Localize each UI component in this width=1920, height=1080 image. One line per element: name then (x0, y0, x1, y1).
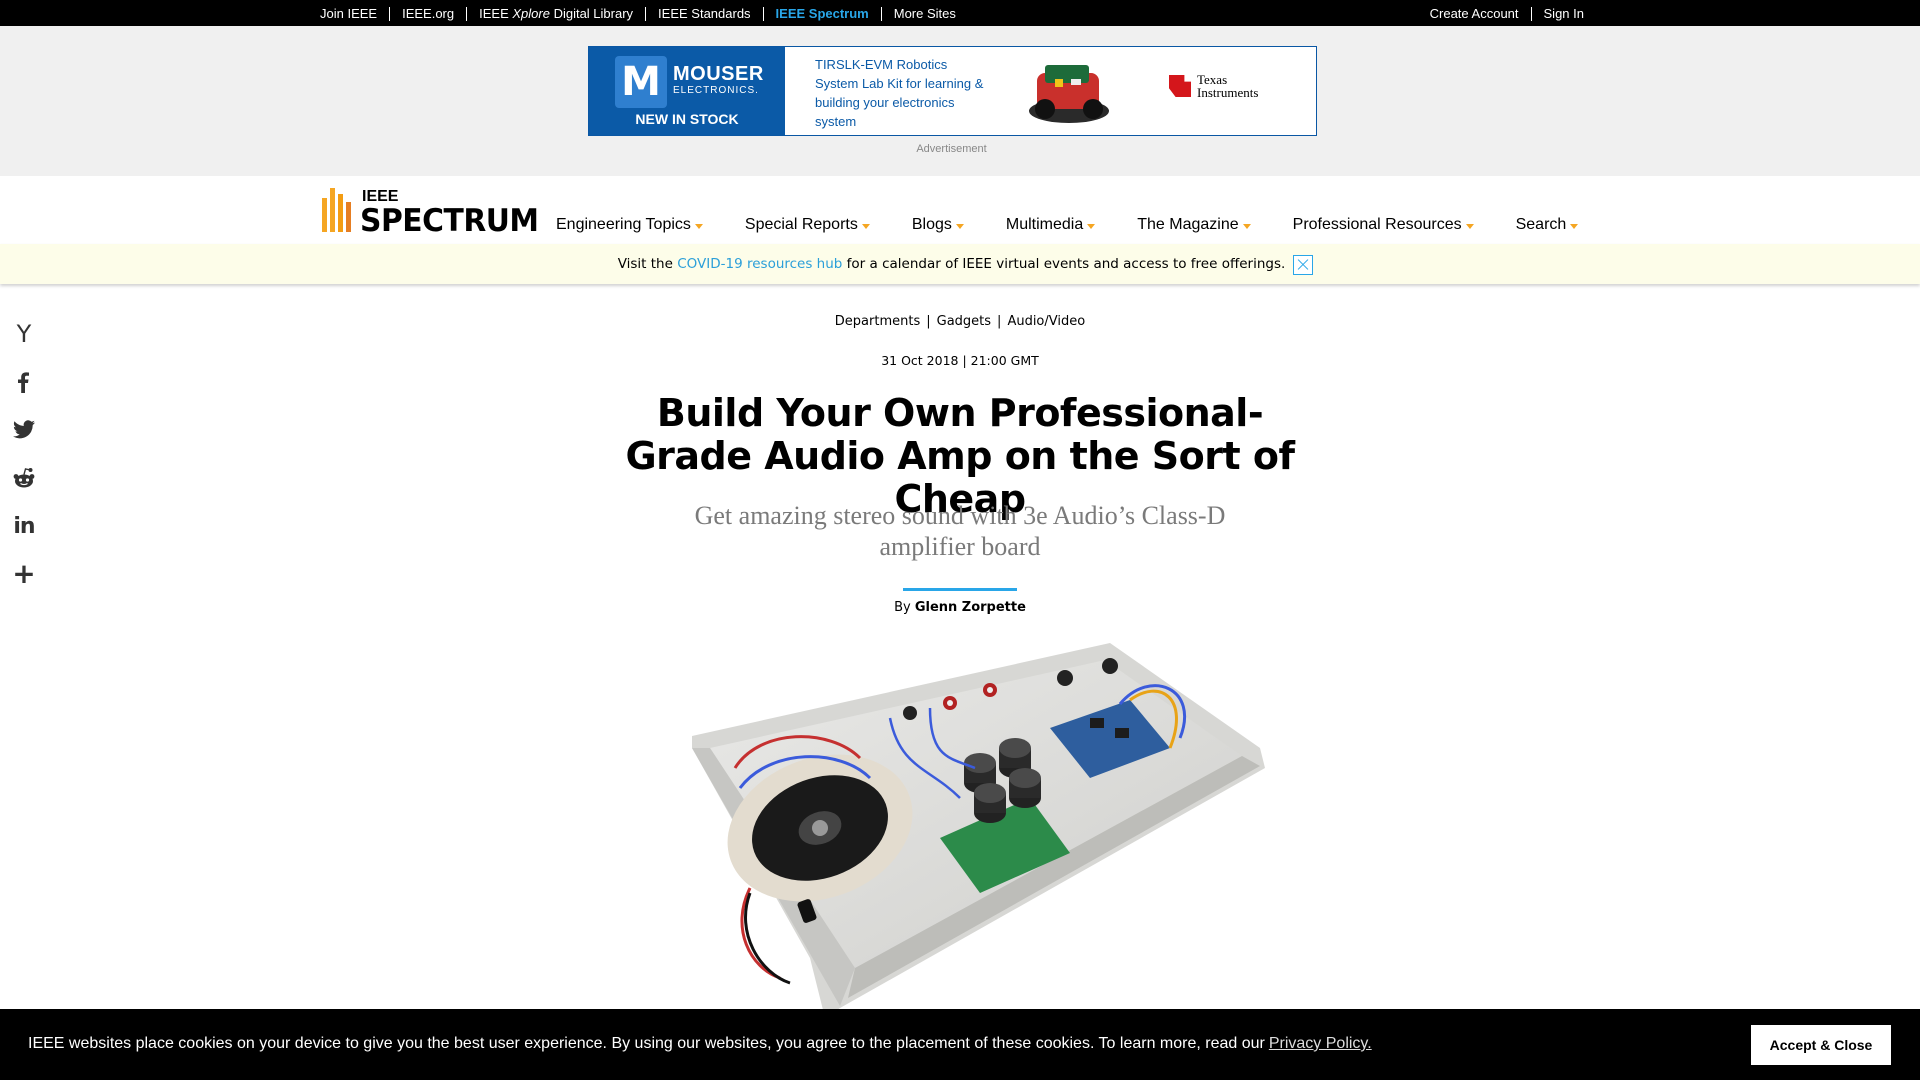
breadcrumb-audio-video[interactable]: Audio/Video (1007, 314, 1085, 329)
spectrum-bars-icon (322, 188, 351, 232)
reddit-glyph (13, 468, 35, 488)
twitter-glyph (13, 420, 35, 439)
article-dateline: 31 Oct 2018 | 21:00 GMT (881, 353, 1039, 368)
nav-label: Professional Resources (1292, 216, 1462, 233)
more-sites-link[interactable]: More Sites (894, 6, 956, 21)
mouser-logo-icon: M (615, 56, 667, 108)
notice-text: Visit the COVID-19 resources hub for a c… (0, 256, 1903, 272)
breadcrumb-divider: | (997, 314, 1002, 329)
amplifier-photo (692, 643, 1265, 1018)
notice-before: Visit the (617, 256, 678, 272)
caret-down-icon (1242, 223, 1251, 229)
ad-banner[interactable]: M MOUSER ELECTRONICS. NEW IN STOCK TIRSL… (588, 46, 1317, 136)
facebook-icon[interactable] (12, 370, 36, 394)
logo-spectrum-text: SPECTRUM (360, 203, 539, 239)
xplore-em: Xplore (512, 6, 550, 21)
ad-badge: NEW IN STOCK (635, 111, 739, 127)
nav-label: Engineering Topics (556, 216, 691, 233)
spectrum-logo[interactable]: IEEE SPECTRUM (322, 188, 539, 239)
more-share-glyph: + (12, 557, 36, 590)
breadcrumb-divider: | (926, 314, 931, 329)
breadcrumb-departments[interactable]: Departments (835, 314, 920, 329)
ad-brand-panel: M MOUSER ELECTRONICS. NEW IN STOCK (589, 47, 785, 135)
twitter-icon[interactable] (12, 418, 36, 442)
sign-in-link[interactable]: Sign In (1544, 6, 1584, 21)
divider (880, 6, 882, 21)
ieee-spectrum-link[interactable]: IEEE Spectrum (776, 6, 869, 21)
author-link[interactable]: Glenn Zorpette (915, 600, 1026, 615)
privacy-policy-link[interactable]: Privacy Policy. (1269, 1035, 1372, 1052)
caret-down-icon (1465, 223, 1474, 229)
ad-brand-sub: ELECTRONICS. (673, 85, 759, 96)
divider (645, 6, 647, 21)
byline-divider (903, 588, 1017, 591)
facebook-glyph (18, 372, 29, 393)
linkedin-glyph: in (13, 513, 35, 539)
nav-search[interactable]: Search (1516, 216, 1579, 234)
utility-links-left: Join IEEE IEEE.org IEEE Xplore Digital L… (320, 6, 956, 21)
nav-blogs[interactable]: Blogs (912, 216, 964, 234)
ieee-xplore-link[interactable]: IEEE Xplore Digital Library (479, 6, 633, 21)
divider (762, 6, 764, 21)
nav-professional-resources[interactable]: Professional Resources (1293, 216, 1474, 234)
article-byline: By Glenn Zorpette (0, 600, 1920, 615)
create-account-link[interactable]: Create Account (1430, 6, 1519, 21)
ti-line2: Instruments (1197, 85, 1259, 100)
caret-down-icon (694, 223, 703, 229)
cookie-text: IEEE websites place cookies on your devi… (28, 1035, 1372, 1053)
nav-the-magazine[interactable]: The Magazine (1137, 216, 1251, 234)
accept-close-button[interactable]: Accept & Close (1751, 1025, 1891, 1065)
nav-label: Search (1515, 216, 1567, 233)
ad-brand-name: MOUSER (673, 63, 764, 85)
nav-engineering-topics[interactable]: Engineering Topics (556, 216, 703, 234)
breadcrumb-gadgets[interactable]: Gadgets (937, 314, 991, 329)
divider (389, 6, 391, 21)
ti-wordmark: Texas Instruments (1197, 73, 1258, 99)
divider (466, 6, 468, 21)
robot-kit-image (1029, 65, 1109, 123)
caret-down-icon (861, 223, 870, 229)
ti-mark-icon (1169, 75, 1191, 97)
ieee-org-link[interactable]: IEEE.org (402, 6, 454, 21)
xplore-suffix: Digital Library (549, 6, 634, 21)
covid-notice: Visit the COVID-19 resources hub for a c… (0, 244, 1920, 284)
ad-label: Advertisement (916, 143, 987, 155)
nav-label: Special Reports (744, 216, 858, 233)
caret-down-icon (1087, 223, 1096, 229)
cookie-banner: IEEE websites place cookies on your devi… (0, 1009, 1920, 1080)
notice-after: for a calendar of IEEE virtual events an… (842, 256, 1286, 272)
ieee-standards-link[interactable]: IEEE Standards (658, 6, 751, 21)
article-dek: Get amazing stereo sound with 3e Audio’s… (694, 501, 1226, 561)
nav-special-reports[interactable]: Special Reports (745, 216, 870, 234)
linkedin-icon[interactable]: in (12, 513, 36, 539)
nav-label: The Magazine (1137, 216, 1239, 233)
main-nav: Engineering Topics Special Reports Blogs… (556, 216, 1579, 234)
site-header: IEEE SPECTRUM Engineering Topics Special… (0, 176, 1920, 244)
more-share-icon[interactable]: + (12, 557, 36, 590)
utility-bar: Join IEEE IEEE.org IEEE Xplore Digital L… (0, 0, 1920, 26)
breadcrumb: Departments | Gadgets | Audio/Video (0, 314, 1920, 329)
join-ieee-link[interactable]: Join IEEE (320, 6, 377, 21)
utility-links-right: Create Account Sign In (1430, 6, 1584, 21)
close-icon[interactable] (1293, 255, 1313, 275)
byline-prefix: By (894, 600, 915, 615)
ad-copy: TIRSLK-EVM Robotics System Lab Kit for l… (815, 57, 984, 129)
nav-label: Blogs (911, 216, 952, 233)
caret-down-icon (1570, 223, 1579, 229)
cookie-message: IEEE websites place cookies on your devi… (28, 1035, 1265, 1052)
reddit-icon[interactable] (12, 466, 36, 490)
divider (1530, 6, 1532, 21)
nav-multimedia[interactable]: Multimedia (1005, 216, 1096, 234)
covid-resources-link[interactable]: COVID-19 resources hub (677, 256, 842, 272)
xplore-prefix: IEEE (479, 6, 513, 21)
ti-logo: Texas Instruments (1169, 73, 1258, 99)
caret-down-icon (955, 223, 964, 229)
nav-label: Multimedia (1005, 216, 1084, 233)
ad-region: M MOUSER ELECTRONICS. NEW IN STOCK TIRSL… (0, 26, 1920, 176)
